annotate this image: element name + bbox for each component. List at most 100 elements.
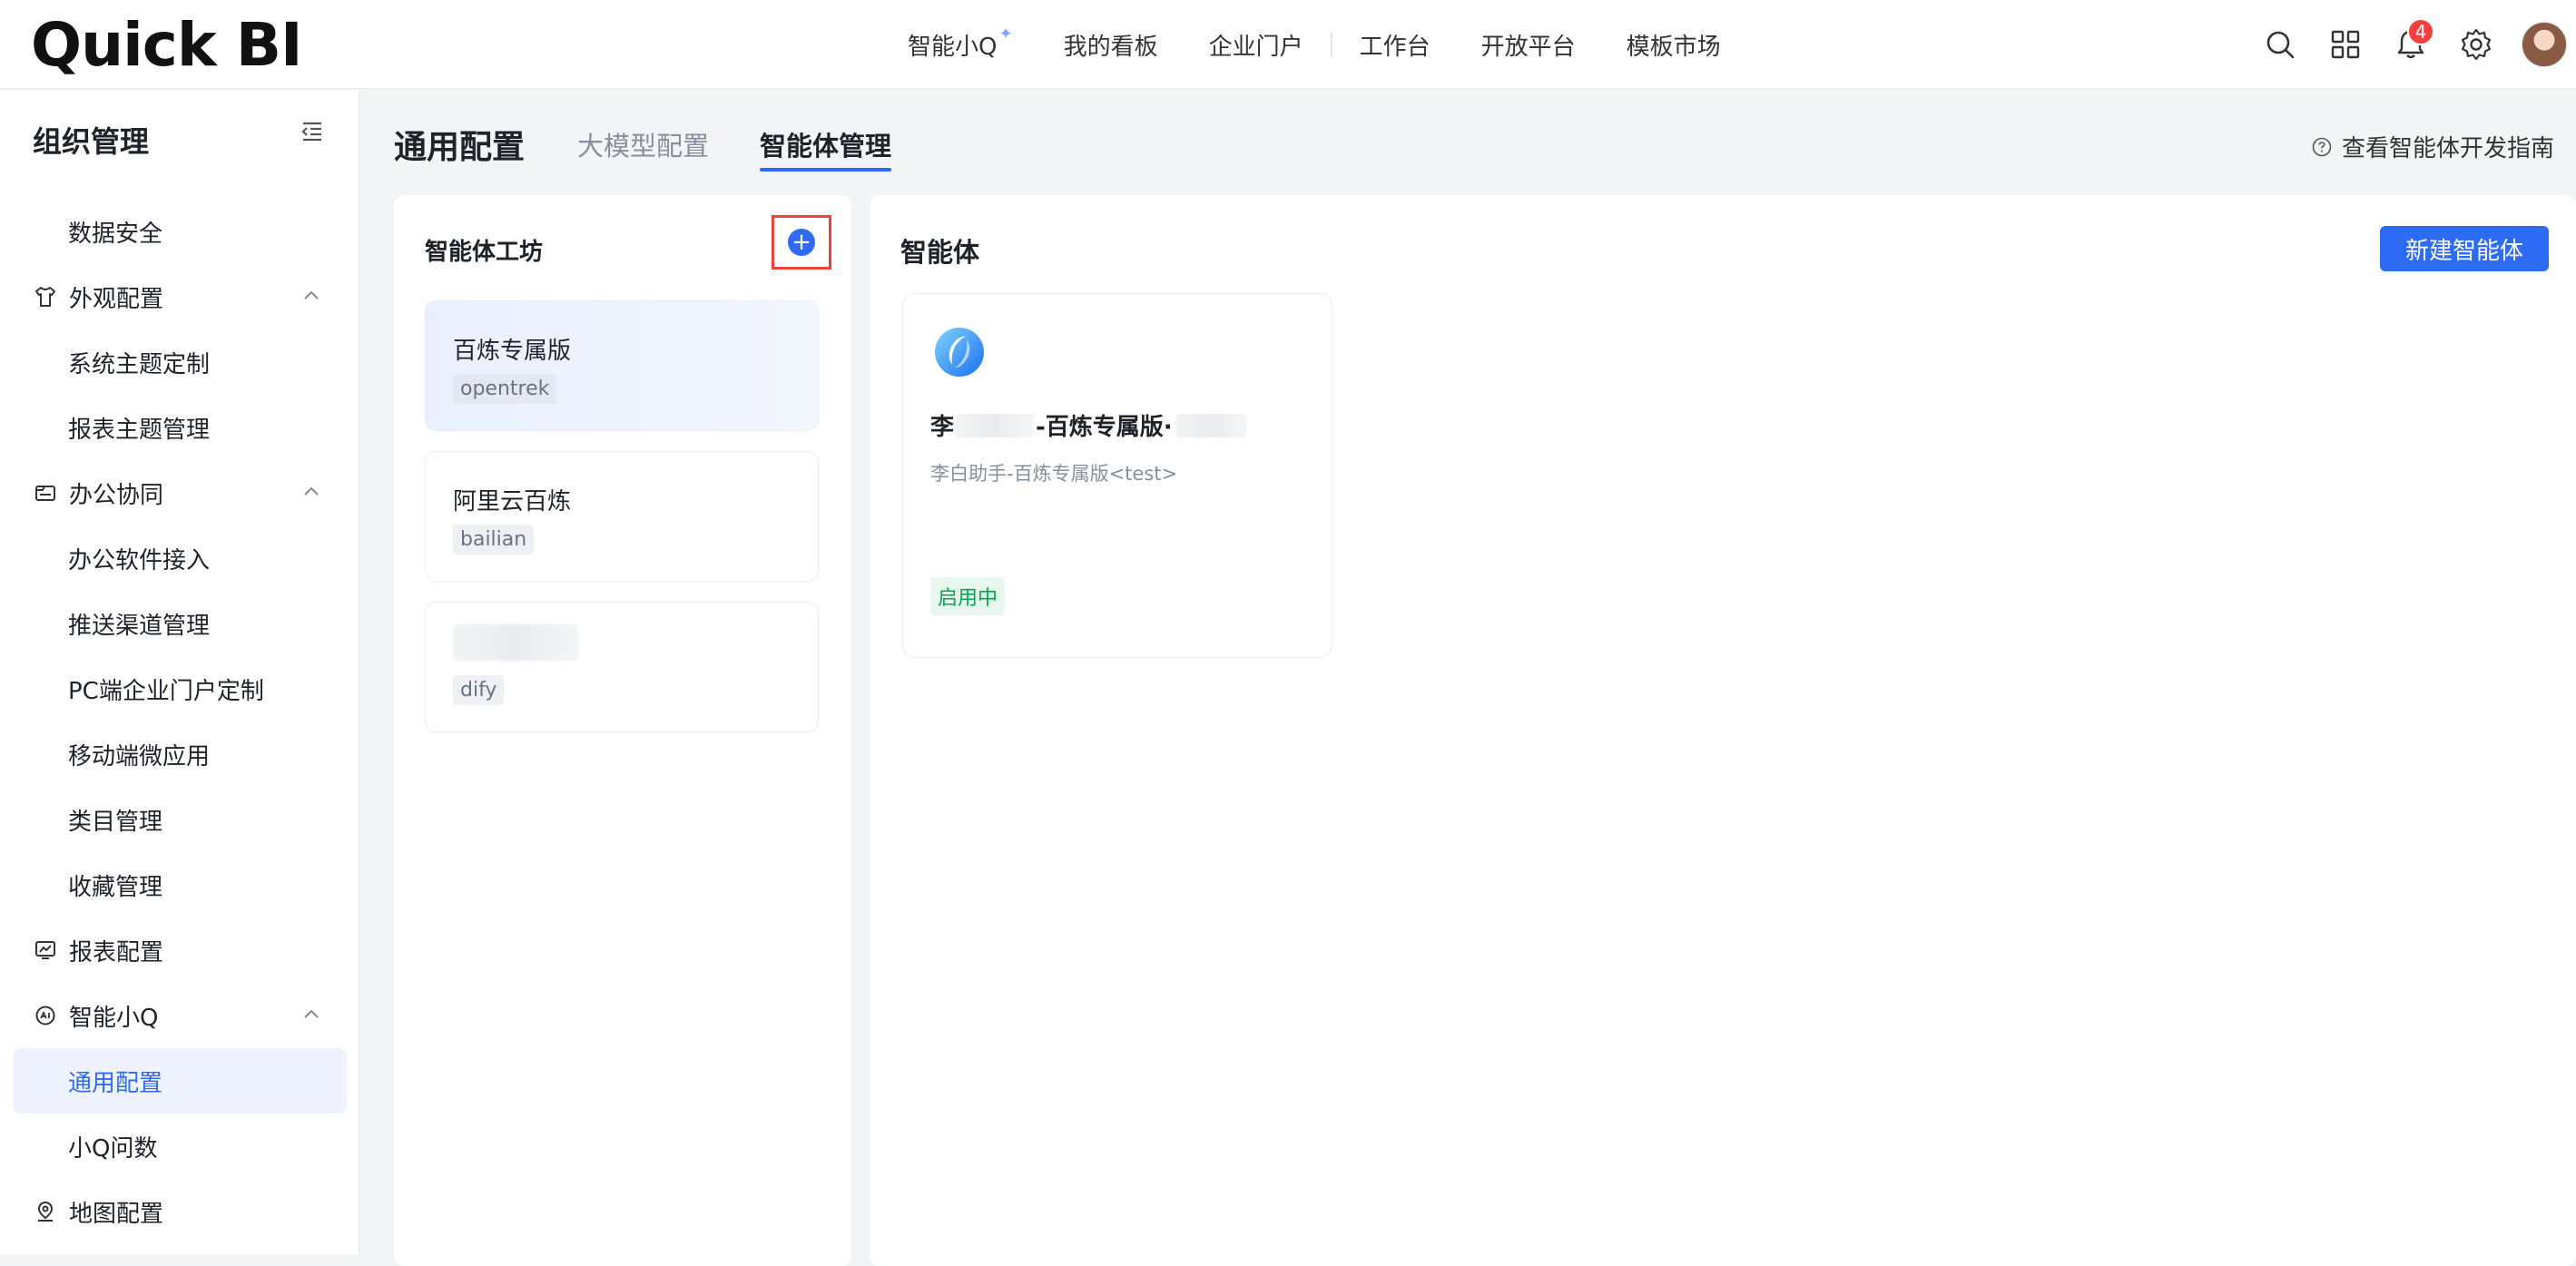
nav-enterprise-portal[interactable]: 企业门户 [1184,28,1329,62]
sidebar-item-label: 办公软件接入 [68,546,211,574]
agent-card[interactable]: 李 -百炼专属版· 李白助手-百炼专属版<test> 启用中 [902,293,1332,658]
sidebar-item-report-theme[interactable]: 报表主题管理 [13,395,347,460]
shirt-icon [33,284,58,309]
sidebar-item-general-config[interactable]: 通用配置 [13,1048,347,1114]
ai-icon [33,1003,58,1028]
sidebar-item-label: 移动端微应用 [68,742,211,770]
sidebar-item-q-ask-data[interactable]: 小Q问数 [13,1114,347,1179]
chevron-up-icon [304,290,319,299]
agents-panel: 智能体 新建智能体 李 -百炼专属版· 李白助手-百炼专属版<test> 启用中 [870,195,2576,1266]
nav-workbench[interactable]: 工作台 [1330,33,1456,61]
nav-smart-q[interactable]: 智能小Q ✦ [882,24,1038,62]
nav-workbench-label: 工作台 [1359,33,1431,61]
sidebar-item-label: 数据安全 [68,220,163,248]
sidebar-group-smart-q[interactable]: 智能小Q [13,983,347,1048]
sidebar-title: 组织管理 [33,124,150,159]
sidebar-item-label: 报表主题管理 [68,416,211,444]
help-circle-icon [2312,137,2332,156]
sidebar-item-favorites[interactable]: 收藏管理 [13,852,347,918]
redacted-text [956,413,1035,437]
nav-enterprise-portal-label: 企业门户 [1208,33,1303,61]
nav-open-platform-label: 开放平台 [1480,33,1576,61]
sidebar-item-system-theme[interactable]: 系统主题定制 [13,329,347,395]
agent-name-prefix: 李 [930,414,955,441]
plus-icon: + [791,229,811,256]
search-icon [2266,31,2295,59]
sidebar-item-category[interactable]: 类目管理 [13,787,347,852]
nav-smart-q-label: 智能小Q [908,33,998,61]
sidebar-item-mobile-app[interactable]: 移动端微应用 [13,721,347,787]
workshop-card-tag: dify [453,675,505,705]
dev-guide-link[interactable]: 查看智能体开发指南 [2311,130,2554,163]
nav-template-market[interactable]: 模板市场 [1601,28,1746,62]
sidebar-group-map-config[interactable]: 地图配置 [13,1179,347,1244]
quick-bi-logo[interactable]: Quick BI [31,10,303,80]
user-avatar[interactable] [2522,22,2567,67]
dev-guide-label: 查看智能体开发指南 [2341,135,2554,162]
grid-icon [2331,30,2360,59]
office-icon [33,480,58,505]
status-badge: 启用中 [930,577,1006,615]
top-right-actions: 4 [2247,0,2576,89]
nav-open-platform[interactable]: 开放平台 [1456,28,1601,62]
agents-title: 智能体 [900,237,980,268]
apps-button[interactable] [2313,0,2378,89]
main-content: 通用配置 大模型配置 智能体管理 查看智能体开发指南 智能体工坊 + 百炼专属版… [359,90,2576,1266]
sidebar-group-report-config[interactable]: 报表配置 [13,918,347,983]
sidebar-item-label: 类目管理 [68,808,163,836]
sidebar: 组织管理 数据安全 外观配置 系统主题定制 报表主题管理 办公协同 办公软件接入… [0,90,359,1254]
nav-template-market-label: 模板市场 [1626,33,1721,61]
workshop-card-dify[interactable]: dify [425,602,819,732]
workshop-title: 智能体工坊 [425,239,544,266]
notification-badge: 4 [2407,18,2434,45]
workshop-card-tag: opentrek [453,374,557,404]
sidebar-menu: 数据安全 外观配置 系统主题定制 报表主题管理 办公协同 办公软件接入 推送渠道… [13,199,347,1244]
notifications-button[interactable]: 4 [2378,0,2443,89]
tab-agent-management[interactable]: 智能体管理 [760,117,892,172]
workshop-card-name: 阿里云百炼 [453,488,572,515]
settings-button[interactable] [2443,0,2509,89]
sidebar-item-label: 办公协同 [69,481,164,509]
sidebar-item-label: 报表配置 [69,938,164,967]
sidebar-item-label: 推送渠道管理 [68,612,211,640]
add-workshop-highlight: + [772,215,831,270]
chevron-up-icon [304,486,319,496]
tab-llm-config[interactable]: 大模型配置 [577,117,709,172]
agent-name: 李 -百炼专属版· [930,408,1247,442]
sparkle-icon: ✦ [998,24,1013,44]
map-icon [33,1199,58,1224]
logo-text: Quick BI [31,9,303,80]
sidebar-item-label: 系统主题定制 [68,350,211,378]
sidebar-group-appearance[interactable]: 外观配置 [13,264,347,329]
bailian-logo-icon [935,328,984,377]
add-workshop-button[interactable]: + [788,229,815,256]
sidebar-item-push-channel[interactable]: 推送渠道管理 [13,591,347,656]
sidebar-item-label: 智能小Q [69,1004,159,1032]
workshop-card-name: 百炼专属版 [453,338,572,365]
top-bar: Quick BI 智能小Q ✦ 我的看板 企业门户 工作台 开放平台 模板市场 [0,0,2576,89]
agent-workshop-panel: 智能体工坊 + 百炼专属版 opentrek 阿里云百炼 bailian dif… [394,195,851,1266]
workshop-card-bailian[interactable]: 阿里云百炼 bailian [425,451,819,582]
agent-description: 李白助手-百炼专属版<test> [930,463,1178,485]
redacted-text [1175,413,1247,437]
sidebar-group-office[interactable]: 办公协同 [13,460,347,525]
collapse-sidebar-button[interactable] [300,119,325,148]
sidebar-item-label: 收藏管理 [68,873,163,901]
workshop-card-opentrek[interactable]: 百炼专属版 opentrek [425,300,819,431]
workshop-card-tag: bailian [453,525,535,554]
new-agent-button[interactable]: 新建智能体 [2380,226,2549,271]
top-navigation: 智能小Q ✦ 我的看板 企业门户 工作台 开放平台 模板市场 [882,0,1746,89]
sidebar-item-data-security[interactable]: 数据安全 [13,199,347,264]
sidebar-item-label: PC端企业门户定制 [68,677,264,705]
search-button[interactable] [2247,0,2313,89]
sidebar-item-label: 地图配置 [69,1200,164,1228]
agent-name-middle: -百炼专属版· [1036,414,1173,441]
report-icon [33,937,58,963]
sidebar-item-label: 外观配置 [69,285,164,313]
sidebar-item-office-software[interactable]: 办公软件接入 [13,525,347,591]
nav-my-dashboards[interactable]: 我的看板 [1038,28,1184,62]
chevron-up-icon [304,1009,319,1018]
sidebar-item-pc-portal[interactable]: PC端企业门户定制 [13,656,347,721]
sidebar-item-label: 小Q问数 [68,1134,158,1163]
menu-fold-icon [301,122,321,142]
